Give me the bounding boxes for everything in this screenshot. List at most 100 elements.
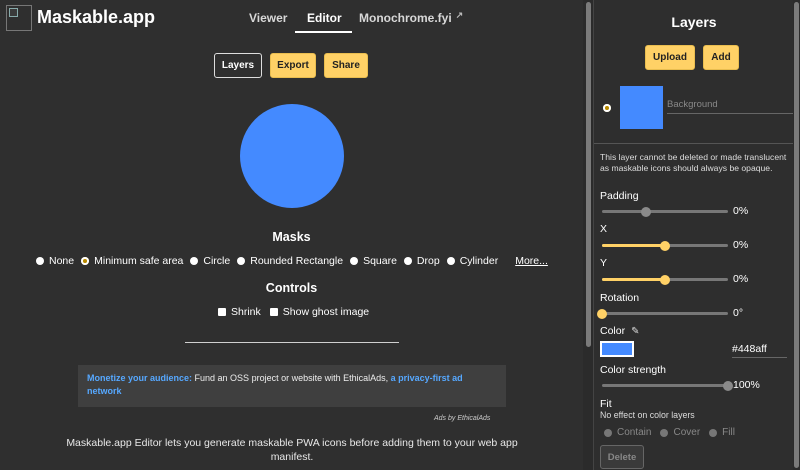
sidebar-divider	[594, 143, 794, 144]
color-strength-slider-knob[interactable]	[723, 380, 733, 391]
eyedropper-icon[interactable]: ✎	[631, 326, 639, 337]
mask-option[interactable]: None	[36, 255, 74, 267]
x-slider[interactable]	[602, 240, 728, 251]
layer-item[interactable]: Background	[602, 86, 795, 130]
fit-radio[interactable]	[709, 428, 718, 437]
mask-radio[interactable]	[190, 257, 199, 265]
ad-banner[interactable]: Monetize your audience: Fund an OSS proj…	[78, 365, 506, 407]
y-slider[interactable]	[602, 274, 728, 285]
nav-editor[interactable]: Editor	[295, 0, 352, 36]
controls-title: Controls	[265, 281, 318, 295]
description: Maskable.app Editor lets you generate ma…	[66, 437, 518, 463]
nav-editor-label: Editor	[307, 11, 342, 25]
rotation-slider[interactable]	[597, 308, 728, 319]
mask-option-label: Drop	[416, 255, 440, 267]
x-slider-knob[interactable]	[660, 240, 670, 251]
ad-text: Fund an OSS project or website with Ethi…	[192, 373, 391, 383]
rotation-label: Rotation	[600, 292, 640, 304]
mask-option-label: Square	[363, 255, 397, 267]
color-swatch-button[interactable]	[600, 341, 634, 357]
sidebar-title: Layers	[671, 14, 717, 30]
fit-option-label: Cover	[673, 427, 701, 438]
fit-radio[interactable]	[604, 428, 612, 437]
header: Maskable.app Viewer Editor Monochrome.fy…	[0, 0, 583, 36]
color-label-row: Color ✎	[600, 325, 639, 337]
mask-radio[interactable]	[446, 257, 455, 265]
rotation-value: 0°	[733, 307, 744, 319]
ghost-checkbox[interactable]	[269, 308, 278, 316]
color-label: Color	[600, 325, 626, 337]
nav-monochrome-label: Monochrome.fyi	[359, 11, 452, 25]
app-title[interactable]: Maskable.app	[37, 7, 155, 28]
padding-slider-knob[interactable]	[641, 206, 652, 217]
mask-radio[interactable]	[81, 257, 90, 265]
ad-headline[interactable]: Monetize your audience:	[87, 373, 192, 383]
shrink-option[interactable]: Shrink	[218, 306, 261, 318]
x-slider-fill	[602, 244, 665, 247]
main-scrollbar-thumb[interactable]	[586, 2, 591, 347]
fit-option-label: Contain	[617, 427, 652, 438]
fit-note: No effect on color layers	[600, 410, 695, 420]
editor-main: Maskable.app Viewer Editor Monochrome.fy…	[0, 0, 583, 470]
app-root: Maskable.app Viewer Editor Monochrome.fy…	[0, 0, 800, 470]
rotation-slider-knob[interactable]	[597, 308, 607, 319]
mask-option-label: Cylinder	[459, 255, 499, 267]
color-hex-input[interactable]: #448aff	[732, 343, 787, 358]
mask-radio[interactable]	[237, 257, 246, 265]
ad-footer[interactable]: Ads by EthicalAds	[434, 415, 490, 422]
layer-thumbnail	[620, 86, 663, 129]
color-strength-slider[interactable]	[602, 380, 733, 391]
mask-option[interactable]: Cylinder	[446, 255, 499, 267]
mask-option-label: Circle	[203, 255, 231, 267]
mask-radio[interactable]	[350, 257, 359, 265]
color-strength-label: Color strength	[600, 364, 666, 376]
y-value: 0%	[733, 273, 749, 285]
mask-option[interactable]: Circle	[190, 255, 230, 267]
padding-label: Padding	[600, 190, 639, 202]
ghost-option[interactable]: Show ghost image	[269, 306, 369, 318]
export-button[interactable]: Export	[270, 53, 316, 78]
toolbar: Layers Export Share	[214, 53, 368, 78]
layers-sidebar: Layers Upload Add Background This layer …	[593, 0, 800, 470]
mask-radio[interactable]	[36, 257, 44, 265]
more-masks-link[interactable]: More...	[515, 255, 548, 267]
x-value: 0%	[733, 239, 749, 251]
x-label: X	[600, 223, 608, 235]
mask-option[interactable]: Rounded Rectangle	[237, 255, 343, 267]
logo-image-icon[interactable]	[6, 5, 32, 31]
external-link-icon: ↗	[455, 9, 464, 20]
y-slider-knob[interactable]	[660, 274, 670, 285]
nav-viewer[interactable]: Viewer	[249, 0, 287, 36]
share-button[interactable]: Share	[324, 53, 368, 78]
padding-slider[interactable]	[602, 206, 728, 217]
layer-name-input[interactable]: Background	[667, 99, 795, 114]
icon-preview	[240, 104, 344, 208]
controls-options: Shrink Show ghost image	[218, 306, 376, 318]
add-button[interactable]: Add	[703, 45, 739, 70]
y-label: Y	[600, 257, 608, 269]
fit-options: Contain Cover Fill	[604, 427, 744, 438]
fit-radio[interactable]	[660, 428, 669, 437]
sidebar-scrollbar-thumb[interactable]	[794, 2, 799, 468]
mask-option[interactable]: Square	[350, 255, 397, 267]
shrink-label: Shrink	[231, 306, 261, 318]
masks-title: Masks	[272, 230, 311, 244]
fit-option[interactable]: Cover	[660, 427, 700, 438]
fit-option[interactable]: Fill	[709, 427, 735, 438]
mask-option[interactable]: Drop	[403, 255, 440, 267]
mask-option[interactable]: Minimum safe area	[81, 255, 183, 267]
mask-radio[interactable]	[403, 257, 412, 265]
layer-select-radio[interactable]	[603, 104, 611, 112]
mask-option-label: None	[49, 255, 75, 267]
upload-button[interactable]: Upload	[645, 45, 695, 70]
fit-option-label: Fill	[722, 427, 735, 438]
fit-label: Fit	[600, 398, 612, 410]
layers-button[interactable]: Layers	[214, 53, 262, 78]
divider	[185, 342, 399, 343]
shrink-checkbox[interactable]	[218, 308, 226, 316]
delete-button[interactable]: Delete	[600, 445, 644, 469]
fit-option[interactable]: Contain	[604, 427, 651, 438]
padding-value: 0%	[733, 205, 749, 217]
color-strength-value: 100%	[733, 379, 760, 391]
nav-monochrome[interactable]: Monochrome.fyi ↗	[359, 0, 463, 36]
